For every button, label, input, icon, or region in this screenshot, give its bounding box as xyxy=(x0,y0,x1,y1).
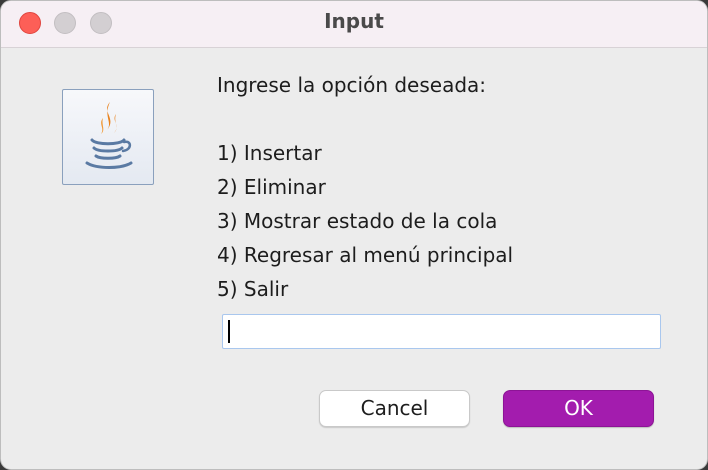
option-insertar: 1) Insertar xyxy=(217,141,322,165)
option-salir: 5) Salir xyxy=(217,277,289,301)
prompt-label: Ingrese la opción deseada: xyxy=(217,73,487,97)
cancel-button[interactable]: Cancel xyxy=(319,390,470,427)
window-title: Input xyxy=(324,9,384,33)
option-mostrar-estado: 3) Mostrar estado de la cola xyxy=(217,209,498,233)
option-input-field[interactable] xyxy=(222,314,661,349)
text-caret xyxy=(228,320,230,343)
java-coffee-cup-icon xyxy=(62,89,154,185)
input-dialog-window: Input Ingrese la opción deseada: 1) Inse… xyxy=(0,0,708,470)
option-regresar-menu: 4) Regresar al menú principal xyxy=(217,243,514,267)
ok-button[interactable]: OK xyxy=(503,390,654,427)
option-eliminar: 2) Eliminar xyxy=(217,175,326,199)
title-bar[interactable]: Input xyxy=(1,1,707,48)
